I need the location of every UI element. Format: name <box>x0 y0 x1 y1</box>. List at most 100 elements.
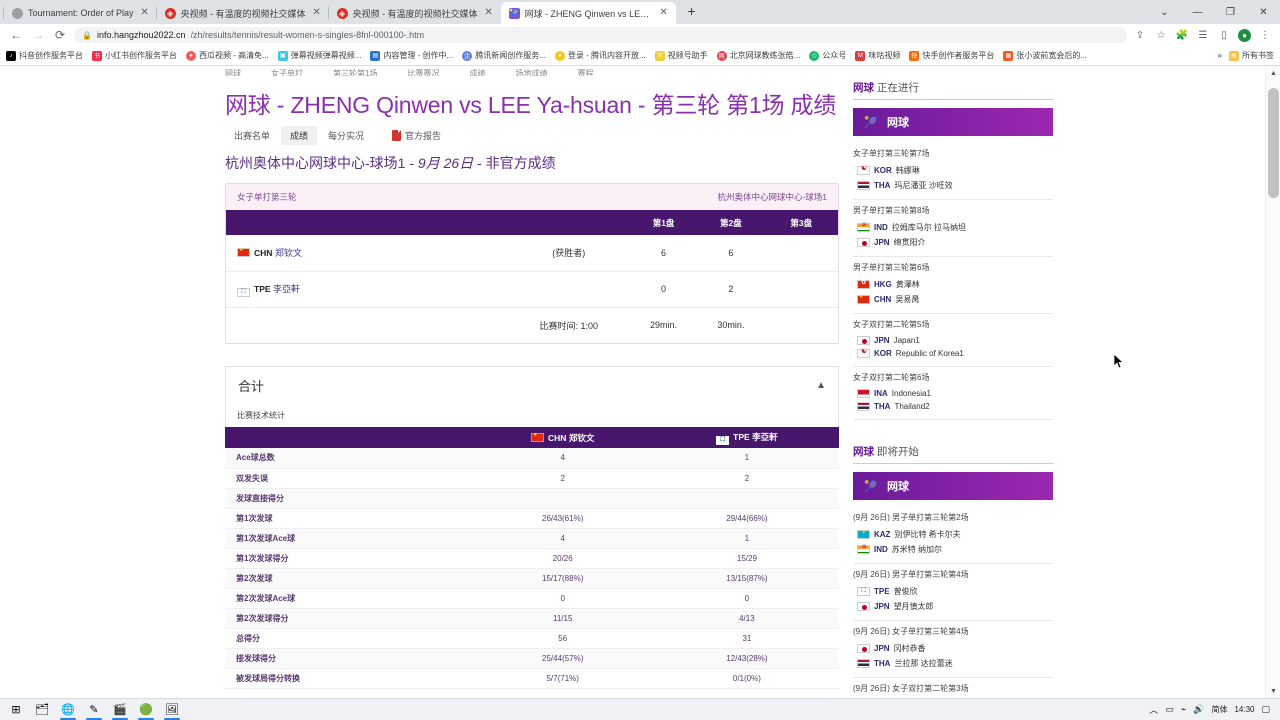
list-item[interactable]: 男子单打第三轮第6场 HKG黄澤林 CHN吴易昺 <box>853 257 1053 314</box>
flag-kaz-icon <box>857 529 870 539</box>
site-nav-item[interactable]: 女子单打 <box>271 68 303 76</box>
player-name[interactable]: 郑钦文 <box>275 248 302 258</box>
battery-icon[interactable]: ▭ <box>1165 704 1174 715</box>
extensions-puzzle-icon[interactable]: 🧩 <box>1175 28 1189 42</box>
three-dot-menu-icon[interactable]: ⋮ <box>1258 28 1272 42</box>
official-report-link[interactable]: 官方报告 <box>383 126 450 145</box>
volume-icon[interactable]: 🔊 <box>1193 704 1204 715</box>
file-explorer-icon[interactable]: 🗂 <box>30 700 54 720</box>
competitor-row: JPN 绵贯阳介 <box>853 235 1053 250</box>
stats-accordion-header[interactable]: 合计 ▲ <box>225 366 839 404</box>
app4-icon[interactable]: ✎ <box>82 700 106 720</box>
site-nav-item[interactable]: 第三轮第1场 <box>333 68 377 76</box>
start-icon[interactable]: ⊞ <box>4 700 28 720</box>
clock[interactable]: 14:30 <box>1234 705 1254 715</box>
player-name[interactable]: 李亞軒 <box>273 284 300 294</box>
bookmark-item[interactable]: M 咪咕视频 <box>855 50 900 61</box>
list-item[interactable]: (9月 26日) 男子单打第三轮第2场 KAZ别伊比特 希卡尔夫 IND苏米特 … <box>853 507 1053 564</box>
profile-avatar[interactable]: ● <box>1238 28 1251 42</box>
bookmark-item[interactable]: ● 西瓜视频 - 高清免... <box>186 50 269 61</box>
ime-indicator[interactable]: 简体 <box>1211 704 1227 715</box>
close-window-button[interactable]: ✕ <box>1247 0 1280 24</box>
page-viewport: 网球 女子单打 第三轮第1场 比赛赛况 成绩 场地成绩 赛程 网球 - ZHEN… <box>0 66 1280 698</box>
list-item[interactable]: 女子双打第二轮第5场 JPNJapan1 KORRepublic of Kore… <box>853 314 1053 367</box>
bookmark-item[interactable]: ▦ 张小波前宽会后的... <box>1003 50 1087 61</box>
browser-tab-2[interactable]: ◈ 央视频 - 有温度的视频社交媒体 ✕ <box>155 2 329 24</box>
tab-pointbypoint[interactable]: 每分实况 <box>319 126 373 145</box>
app6-icon[interactable]: 🟢 <box>134 700 158 720</box>
close-icon[interactable]: ✕ <box>483 7 495 19</box>
bookmarks-overflow-chevron[interactable]: » <box>1218 51 1222 60</box>
page-scrollbar[interactable]: ▲ ▼ <box>1265 66 1280 698</box>
bookmark-item[interactable]: 网北京网球教练张皓... <box>716 50 800 61</box>
site-nav-item[interactable]: 赛程 <box>577 68 593 76</box>
minimize-button[interactable]: — <box>1181 0 1214 24</box>
close-icon[interactable]: ✕ <box>658 7 670 19</box>
tab-list-icon[interactable]: ⌄ <box>1148 0 1181 24</box>
reading-list-icon[interactable]: ☰ <box>1196 28 1210 42</box>
bookmark-item[interactable]: 书小红书创作服务平台 <box>92 50 177 61</box>
list-item[interactable]: (9月 26日) 女子双打第二轮第3场 INDIndia1 <box>853 678 1053 698</box>
bookmark-item[interactable]: 快快手创作者服务平台 <box>909 50 994 61</box>
ongoing-sport-bar[interactable]: 🎾 网球 <box>853 108 1053 136</box>
network-icon[interactable]: ⌁ <box>1181 704 1186 715</box>
event-title: (9月 26日) 男子单打第三轮第2场 <box>853 513 969 522</box>
bookmark-item[interactable]: ▤ 内容管理 - 创作中... <box>370 50 453 61</box>
table-row: 第2次发球 15/17(88%) 13/15(87%) <box>225 568 839 589</box>
site-nav-item[interactable]: 成绩 <box>469 68 485 76</box>
flag-jpn-icon <box>857 238 870 247</box>
folder-icon: ▤ <box>1229 50 1239 61</box>
list-item[interactable]: 男子单打第三轮第8场 IND拉姆库马尔 拉马纳坦 JPN绵贯阳介 <box>853 200 1053 257</box>
site-nav-item[interactable]: 比赛赛况 <box>407 68 439 76</box>
bookmark-item[interactable]: ◇ 公众号 <box>809 50 846 61</box>
site-nav-item[interactable]: 场地成绩 <box>515 68 547 76</box>
reload-icon[interactable]: ⟳ <box>52 27 68 43</box>
browser-tab-3[interactable]: ◈ 央视频 - 有温度的视频社交媒体 ✕ <box>327 2 501 24</box>
bookmark-label: 小红书创作服务平台 <box>105 51 177 60</box>
upcoming-sport-bar[interactable]: 🎾 网球 <box>853 472 1053 500</box>
list-item[interactable]: 女子双打第二轮第6场 INA Indonesia1 THA Thailand2 <box>853 367 1053 420</box>
notifications-icon[interactable]: ▢ <box>1261 704 1270 715</box>
bookmark-item[interactable]: 企腾讯新闻创作服务... <box>462 50 546 61</box>
chevron-up-icon[interactable]: ▲ <box>816 380 826 391</box>
scrollbar-thumb[interactable] <box>1268 88 1279 198</box>
sidebar-icon[interactable]: ▯ <box>1217 28 1231 42</box>
close-icon[interactable]: ✕ <box>139 7 151 19</box>
stat-value-a: 26/43(61%) <box>470 508 655 529</box>
app7-icon[interactable]: 🖼 <box>160 700 184 720</box>
maximize-button[interactable]: ❐ <box>1214 0 1247 24</box>
scroll-down-arrow[interactable]: ▼ <box>1266 684 1280 698</box>
scroll-up-arrow[interactable]: ▲ <box>1266 66 1280 80</box>
bookmark-item[interactable]: ▣ 弹幕视频弹幕视频... <box>277 50 361 61</box>
forward-icon[interactable]: → <box>30 27 46 43</box>
app5-icon[interactable]: 🎬 <box>108 700 132 720</box>
new-tab-button[interactable]: + <box>682 2 702 22</box>
tab-results[interactable]: 成绩 <box>281 126 318 145</box>
tray-expand-icon[interactable]: ︿ <box>1149 703 1158 716</box>
chrome-icon[interactable]: 🌐 <box>56 700 80 720</box>
stat-value-b: 1 <box>654 448 839 469</box>
stat-value-b: 1 <box>654 528 839 549</box>
all-bookmarks-button[interactable]: ▤ 所有书签 <box>1229 50 1274 61</box>
table-row: Ace球总数 4 1 <box>225 448 839 469</box>
browser-tab-4-active[interactable]: 🎾 网球 - ZHENG Qinwen vs LEE Y ✕ <box>500 2 676 24</box>
web-page: 网球 女子单打 第三轮第1场 比赛赛况 成绩 场地成绩 赛程 网球 - ZHEN… <box>0 66 1265 698</box>
site-nav-item[interactable]: 网球 <box>225 68 241 76</box>
set2-score: 2 <box>697 271 765 308</box>
bookmark-item[interactable]: V 视频号助手 <box>654 50 708 61</box>
stat-value-b <box>654 488 839 509</box>
address-bar[interactable]: 🔒 info.hangzhou2022.cn/zh/results/tennis… <box>74 27 1127 43</box>
back-icon[interactable]: ← <box>8 27 24 43</box>
bookmark-star-icon[interactable]: ☆ <box>1154 28 1168 42</box>
tab-startlist[interactable]: 出赛名单 <box>225 126 279 145</box>
list-item[interactable]: (9月 26日) 女子单打第三轮第4场 JPN 冈村恭香 THA 兰拉那 达拉蕾迷 <box>853 621 1053 678</box>
bookmark-item[interactable]: ♪ 抖音创作服务平台 <box>6 50 83 61</box>
list-item[interactable]: 女子单打第三轮第7场 KOR韩娜琳 THA玛尼潘亚 沙旺效 <box>853 143 1053 200</box>
match-time-row: 比赛时间: 1:00 29min. 30min. <box>226 307 838 343</box>
competitor-row: JPN Japan1 <box>853 334 1053 347</box>
bookmark-item[interactable]: ● 登录 - 腾讯内容开放... <box>554 50 646 61</box>
close-icon[interactable]: ✕ <box>311 7 323 19</box>
share-icon[interactable]: ⇪ <box>1133 28 1147 42</box>
list-item[interactable]: (9月 26日) 男子单打第三轮第4场 ⛶ TPE 曾俊欣 JPN 望月慎太郎 <box>853 564 1053 621</box>
browser-tab-1[interactable]: Tournament: Order of Play ✕ <box>3 2 157 24</box>
